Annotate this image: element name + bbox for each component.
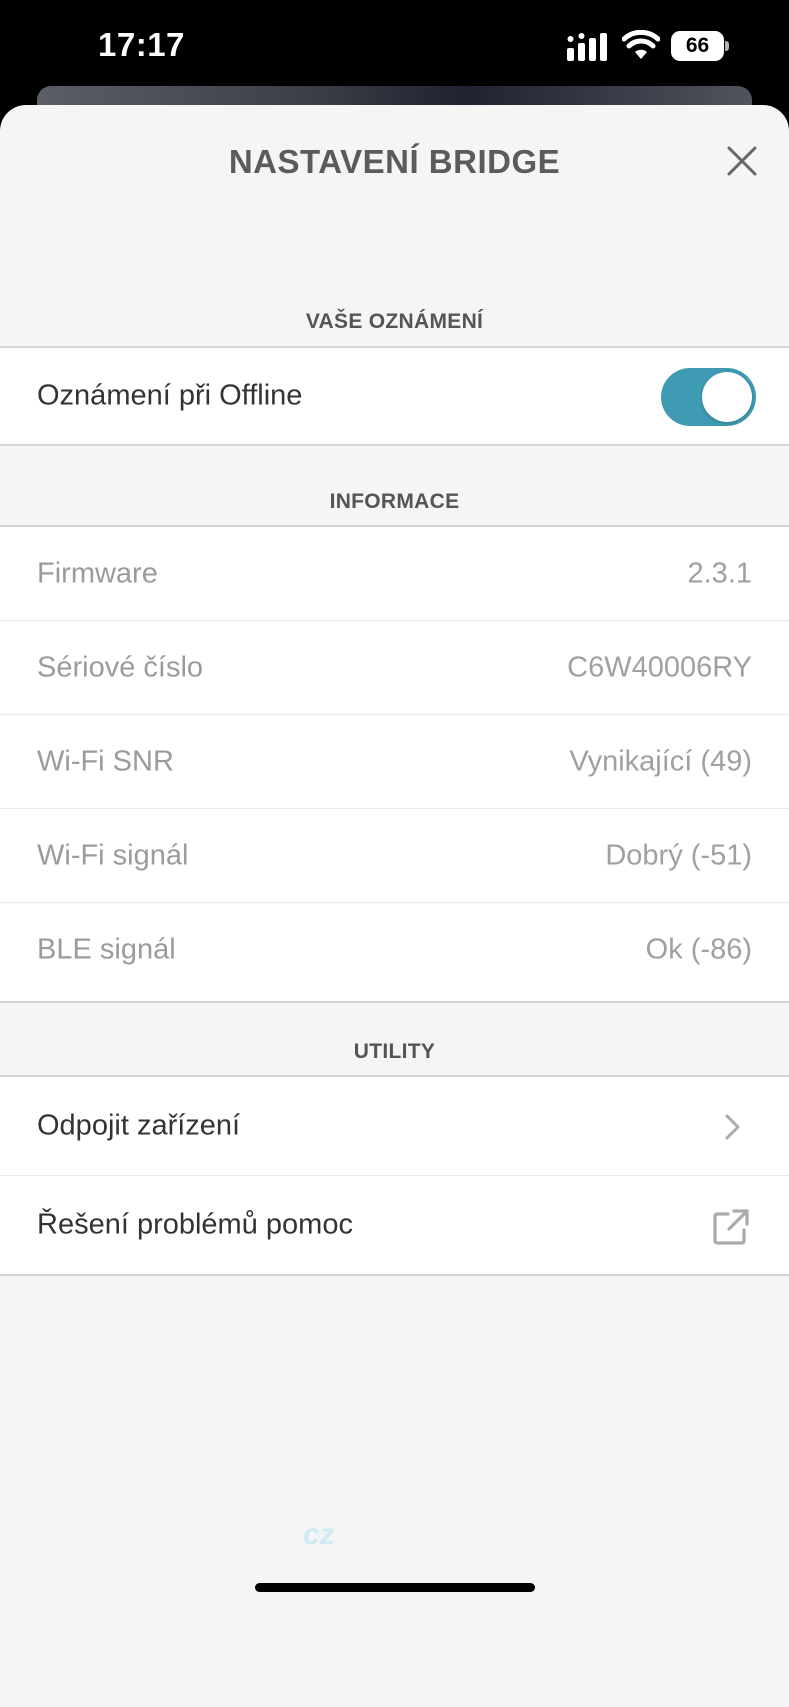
info-value: Ok (-86) <box>645 933 752 966</box>
info-row-wifi-signal: Wi-Fi signál Dobrý (-51) <box>0 809 789 903</box>
info-row-ble-signal: BLE signál Ok (-86) <box>0 903 789 997</box>
section-header-utility: UTILITY <box>353 1040 436 1063</box>
toggle-knob <box>702 372 752 422</box>
battery-level: 66 <box>685 34 710 57</box>
troubleshooting-help-row[interactable]: Řešení problémů pomoc <box>0 1176 789 1274</box>
screen: 17:17 66 NASTAVENÍ BRIDGE VAŠE OZNÁMENÍ <box>0 0 789 1707</box>
info-value: C6W40006RY <box>567 651 752 683</box>
info-group: Firmware 2.3.1 Sériové číslo C6W40006RY … <box>0 525 789 1003</box>
page-title: NASTAVENÍ BRIDGE <box>228 143 561 180</box>
cellular-signal-icon <box>567 33 607 61</box>
info-value: 2.3.1 <box>687 557 753 589</box>
battery-indicator: 66 <box>671 31 729 61</box>
watermark: cz <box>303 1518 335 1551</box>
offline-notification-row: Oznámení při Offline <box>0 348 789 444</box>
section-header-info: INFORMACE <box>329 490 460 513</box>
home-indicator <box>255 1583 535 1592</box>
section-header-notifications: VAŠE OZNÁMENÍ <box>305 310 484 333</box>
notifications-group: Oznámení při Offline <box>0 346 789 446</box>
close-icon[interactable] <box>726 145 758 177</box>
info-label: Wi-Fi SNR <box>37 745 174 777</box>
status-time: 17:17 <box>98 26 185 63</box>
settings-sheet: NASTAVENÍ BRIDGE VAŠE OZNÁMENÍ Oznámení … <box>0 105 789 1707</box>
disconnect-device-row[interactable]: Odpojit zařízení <box>0 1077 789 1176</box>
info-row-wifi-snr: Wi-Fi SNR Vynikající (49) <box>0 715 789 809</box>
info-value: Vynikající (49) <box>569 745 752 777</box>
info-value: Dobrý (-51) <box>605 839 752 871</box>
external-link-icon <box>713 1209 749 1245</box>
info-label: BLE signál <box>37 933 176 966</box>
disconnect-device-label: Odpojit zařízení <box>37 1109 241 1142</box>
status-bar: 17:17 66 <box>0 0 789 100</box>
info-label: Sériové číslo <box>37 651 204 683</box>
offline-notification-label: Oznámení při Offline <box>37 379 303 412</box>
info-row-serial: Sériové číslo C6W40006RY <box>0 621 789 715</box>
offline-notification-toggle[interactable] <box>661 368 756 426</box>
info-label: Firmware <box>37 557 158 589</box>
wifi-icon <box>622 30 660 59</box>
info-row-firmware: Firmware 2.3.1 <box>0 527 789 621</box>
utility-group: Odpojit zařízení Řešení problémů pomoc <box>0 1075 789 1276</box>
troubleshooting-help-label: Řešení problémů pomoc <box>37 1208 353 1241</box>
chevron-right-icon <box>725 1114 740 1140</box>
info-label: Wi-Fi signál <box>37 839 189 871</box>
